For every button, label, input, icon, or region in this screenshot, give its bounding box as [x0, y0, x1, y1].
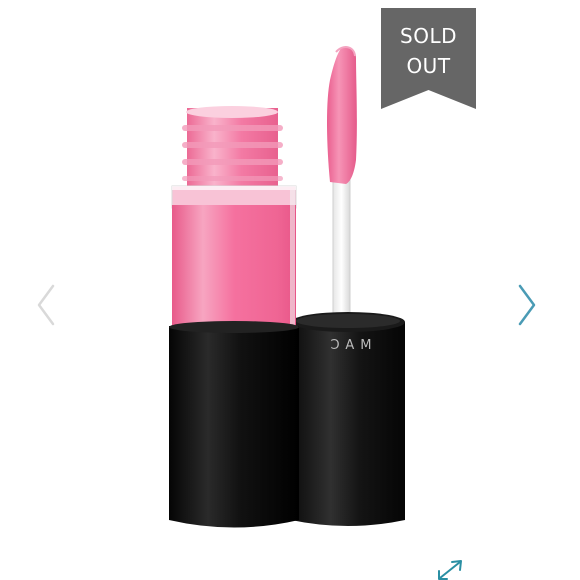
chevron-left-icon — [37, 284, 55, 326]
next-image-button[interactable] — [512, 280, 542, 330]
sold-out-badge: SOLD OUT — [381, 8, 476, 109]
expand-arrow-icon — [438, 560, 462, 580]
applicator-wand — [327, 46, 357, 321]
badge-line-sold: SOLD — [400, 24, 457, 48]
product-cap: MAC — [291, 312, 405, 526]
chevron-right-icon — [518, 284, 536, 326]
badge-line-out: OUT — [406, 54, 451, 78]
expand-image-button[interactable] — [434, 558, 468, 580]
product-image: MAC — [169, 46, 405, 528]
brand-logo: MAC — [325, 338, 372, 353]
previous-image-button[interactable] — [33, 280, 63, 330]
badge-text: SOLD OUT — [381, 21, 476, 81]
product-bottle — [169, 106, 299, 528]
product-image-gallery: MAC SOLD OUT — [0, 0, 580, 580]
